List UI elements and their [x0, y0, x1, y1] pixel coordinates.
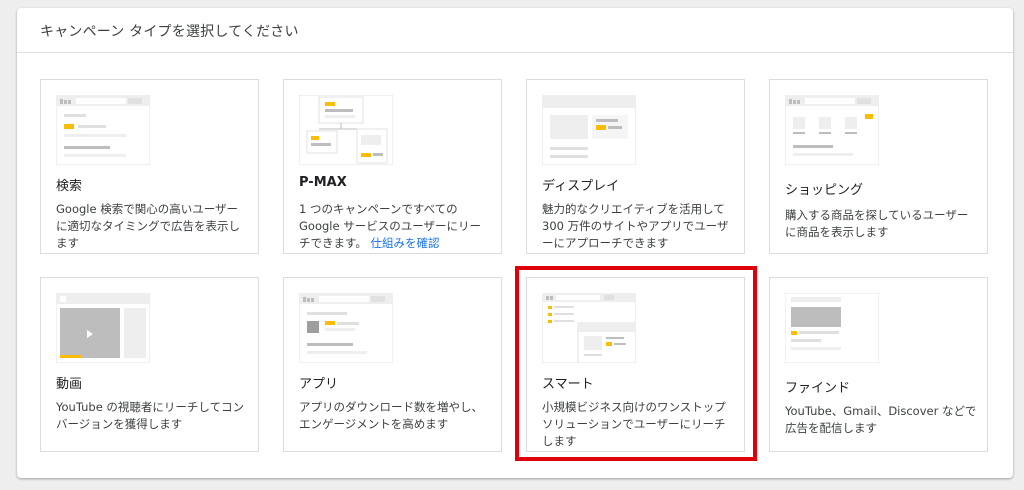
campaign-card-video[interactable]: 動画 YouTube の視聴者にリーチしてコンバージョンを獲得します — [40, 277, 259, 452]
app-campaign-thumbnail — [299, 293, 393, 363]
card-title: P-MAX — [299, 175, 347, 190]
shopping-campaign-thumbnail — [785, 95, 879, 165]
title-divider — [17, 52, 1013, 53]
card-title: ファインド — [785, 381, 851, 396]
card-description: Google 検索で関心の高いユーザーに適切なタイミングで広告を表示します — [56, 202, 240, 250]
learn-how-link[interactable]: 仕組みを確認 — [371, 236, 440, 250]
campaign-card-app[interactable]: アプリ アプリのダウンロード数を増やし、エンゲージメントを高めます — [283, 277, 502, 452]
campaign-card-smart[interactable]: スマート 小規模ビジネス向けのワンストップ ソリューションでユーザーにリーチしま… — [526, 277, 745, 452]
card-description: YouTube、Gmail、Discover などで広告を配信します — [785, 404, 977, 435]
card-title: 動画 — [56, 377, 83, 392]
search-campaign-thumbnail — [56, 95, 150, 165]
card-description: YouTube の視聴者にリーチしてコンバージョンを獲得します — [56, 400, 245, 431]
card-title: ディスプレイ — [542, 179, 620, 194]
campaign-card-pmax[interactable]: P-MAX 1 つのキャンペーンですべての Google サービスのユーザーにリ… — [283, 79, 502, 254]
discovery-campaign-thumbnail — [785, 293, 879, 363]
campaign-card-display[interactable]: ディスプレイ 魅力的なクリエイティブを活用して 300 万件のサイトやアプリでユ… — [526, 79, 745, 254]
card-title: ショッピング — [785, 183, 864, 198]
campaign-card-shopping[interactable]: ショッピング 購入する商品を探しているユーザーに商品を表示します — [769, 79, 988, 254]
card-description: アプリのダウンロード数を増やし、エンゲージメントを高めます — [299, 400, 483, 431]
display-campaign-thumbnail — [542, 95, 636, 165]
video-campaign-thumbnail — [56, 293, 150, 363]
campaign-card-search[interactable]: 検索 Google 検索で関心の高いユーザーに適切なタイミングで広告を表示します — [40, 79, 259, 254]
card-description: 購入する商品を探しているユーザーに商品を表示します — [785, 208, 969, 239]
card-title: 検索 — [56, 179, 83, 194]
card-description: 小規模ビジネス向けのワンストップ ソリューションでユーザーにリーチします — [542, 400, 726, 448]
card-title: アプリ — [299, 377, 339, 392]
campaign-card-discovery[interactable]: ファインド YouTube、Gmail、Discover などで広告を配信します — [769, 277, 988, 452]
card-description: 1 つのキャンペーンですべての Google サービスのユーザーにリーチできます… — [299, 201, 491, 252]
dialog-title: キャンペーン タイプを選択してください — [40, 24, 299, 40]
card-title: スマート — [542, 377, 594, 392]
pmax-campaign-thumbnail — [299, 95, 393, 165]
smart-campaign-thumbnail — [542, 293, 636, 363]
card-description: 魅力的なクリエイティブを活用して 300 万件のサイトやアプリでユーザーにアプロ… — [542, 202, 729, 250]
